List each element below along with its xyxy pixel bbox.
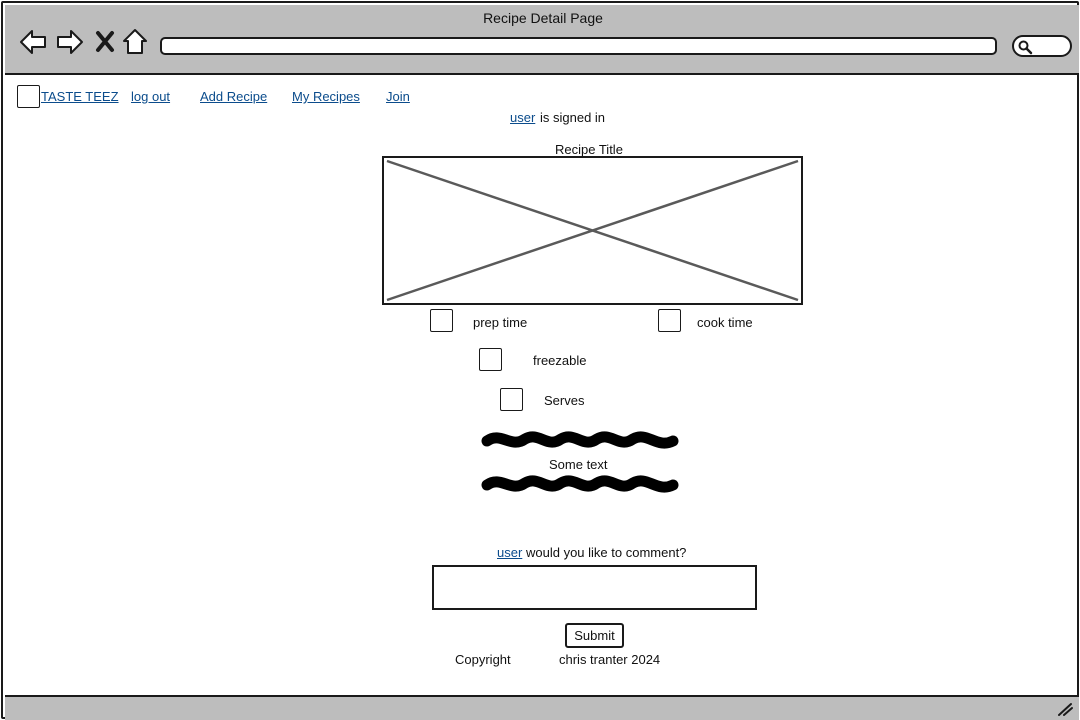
browser-search-box[interactable]: [1012, 35, 1072, 57]
search-icon: [1018, 40, 1033, 55]
cook-time-label: cook time: [697, 315, 753, 330]
prep-time-checkbox[interactable]: [430, 309, 453, 332]
signed-in-status: is signed in: [540, 110, 606, 125]
nav-add-recipe-link[interactable]: Add Recipe: [200, 89, 267, 104]
brand-logo-checkbox[interactable]: [17, 85, 40, 108]
arrow-left-icon: [20, 30, 46, 54]
serves-checkbox[interactable]: [500, 388, 523, 411]
resize-grip-icon[interactable]: [1057, 702, 1073, 716]
recipe-image-placeholder: [382, 156, 803, 305]
recipe-body-text: Some text: [549, 457, 608, 472]
prep-time-label: prep time: [473, 315, 528, 330]
stop-button[interactable]: [93, 27, 123, 57]
freezable-label: freezable: [533, 353, 587, 368]
copyright-label: Copyright: [455, 652, 511, 667]
freezable-checkbox[interactable]: [479, 348, 502, 371]
home-button[interactable]: [121, 27, 151, 57]
browser-status-bar: [5, 695, 1079, 720]
scribble-text-top: [481, 431, 679, 449]
nav-my-recipes-link[interactable]: My Recipes: [292, 89, 360, 104]
brand-link[interactable]: TASTE TEEZ: [41, 89, 119, 104]
comment-input[interactable]: [432, 565, 757, 610]
browser-window: Recipe Detail Page TASTE TEEZ log out Ad…: [1, 1, 1079, 720]
recipe-title: Recipe Title: [555, 142, 623, 157]
comment-user-link[interactable]: user: [497, 545, 522, 560]
url-bar[interactable]: [160, 37, 997, 55]
window-title: Recipe Detail Page: [483, 10, 603, 26]
nav-logout-link[interactable]: log out: [131, 89, 170, 104]
submit-button[interactable]: Submit: [565, 623, 624, 648]
home-icon: [123, 29, 147, 54]
copyright-author: chris tranter 2024: [559, 652, 661, 667]
arrow-right-icon: [57, 30, 83, 54]
serves-label: Serves: [544, 393, 585, 408]
scribble-text-bottom: [481, 475, 679, 493]
comment-prompt: would you like to comment?: [526, 545, 687, 560]
nav-join-link[interactable]: Join: [386, 89, 410, 104]
signed-in-user-link[interactable]: user: [510, 110, 535, 125]
cook-time-checkbox[interactable]: [658, 309, 681, 332]
image-placeholder-icon: [386, 159, 799, 302]
back-button[interactable]: [18, 27, 48, 57]
close-icon: [96, 31, 114, 52]
browser-titlebar: Recipe Detail Page: [5, 5, 1079, 75]
forward-button[interactable]: [55, 27, 85, 57]
